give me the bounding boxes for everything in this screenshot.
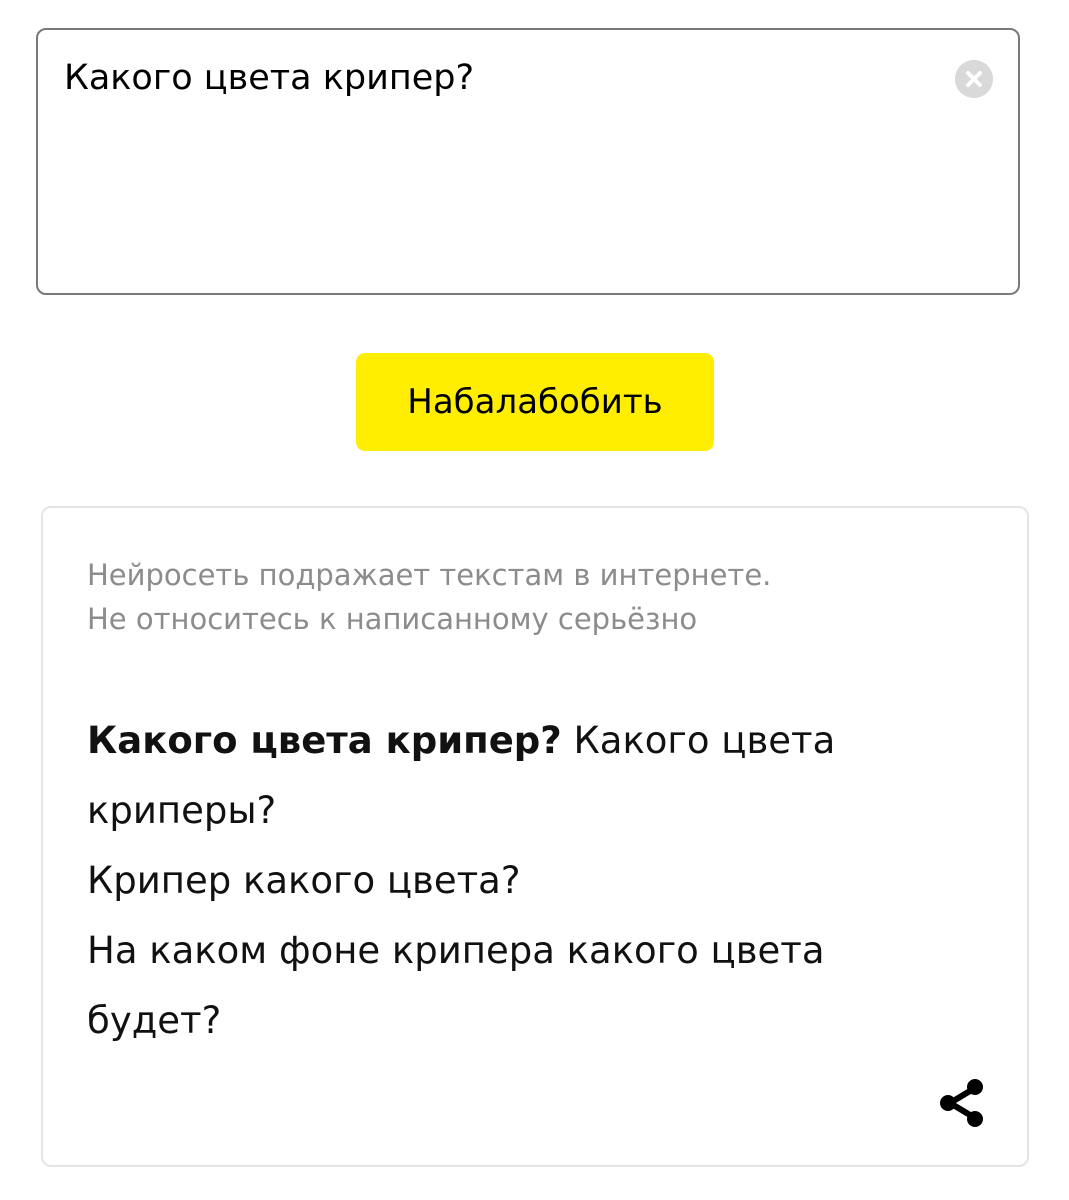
continuation-line: Крипер какого цвета? xyxy=(87,859,521,902)
query-input-text[interactable]: Какого цвета крипер? xyxy=(64,54,474,102)
result-first-paragraph: Какого цвета крипер? Какого цвета крипер… xyxy=(87,706,957,846)
result-card: Нейросеть подражает текстам в интернете.… xyxy=(41,506,1029,1167)
generated-text: Какого цвета крипер? Какого цвета крипер… xyxy=(87,706,957,1056)
disclaimer-line-1: Нейросеть подражает текстам в интернете. xyxy=(87,558,772,592)
share-button[interactable] xyxy=(935,1075,991,1131)
prompt-echo: Какого цвета крипер? xyxy=(87,719,562,762)
disclaimer-text: Нейросеть подражает текстам в интернете.… xyxy=(87,553,771,641)
generate-button[interactable]: Набалабобить xyxy=(356,353,714,451)
disclaimer-line-2: Не относитесь к написанному серьёзно xyxy=(87,602,698,636)
share-icon xyxy=(940,1079,983,1127)
generate-button-label: Набалабобить xyxy=(407,382,663,422)
clear-circle-x-icon xyxy=(955,60,993,98)
query-input-field[interactable]: Какого цвета крипер? xyxy=(36,28,1020,295)
continuation-line: На каком фоне крипера какого цвета будет… xyxy=(87,929,825,1042)
clear-input-button[interactable] xyxy=(955,60,993,98)
